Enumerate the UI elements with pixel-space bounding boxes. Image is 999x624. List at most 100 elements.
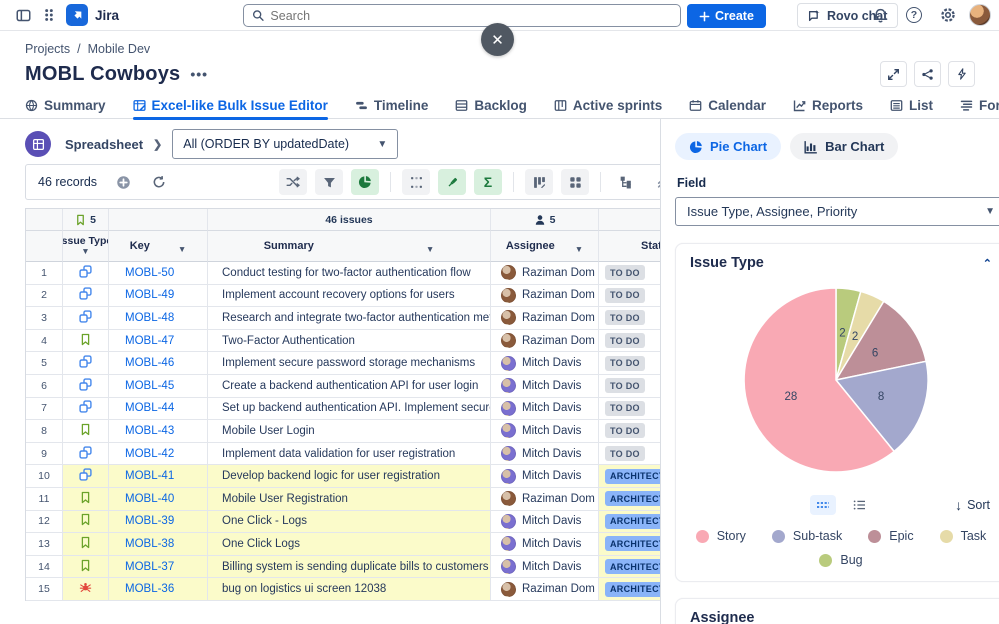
assignee-cell[interactable]: Raziman Dom	[491, 284, 599, 308]
tab-excel-like-bulk-issue-editor[interactable]: Excel-like Bulk Issue Editor	[132, 93, 329, 120]
issue-key-link[interactable]: MOBL-47	[109, 329, 208, 353]
collapse-all-icon[interactable]	[648, 169, 660, 195]
status-cell[interactable]: ARCHITECTURE	[599, 555, 660, 579]
issue-type-cell[interactable]	[63, 307, 109, 330]
issue-summary-cell[interactable]: One Click Logs	[208, 533, 491, 556]
issue-summary-cell[interactable]: Develop backend logic for user registrat…	[208, 465, 491, 488]
status-cell[interactable]: TO DO	[599, 262, 660, 285]
status-cell[interactable]: TO DO	[599, 329, 660, 353]
filter-icon[interactable]	[315, 169, 343, 195]
grid-view-icon[interactable]	[561, 169, 589, 195]
row-number[interactable]: 8	[26, 420, 63, 443]
status-cell[interactable]: TO DO	[599, 442, 660, 466]
issue-summary-cell[interactable]: Implement account recovery options for u…	[208, 284, 491, 308]
breadcrumb-projects[interactable]: Projects	[25, 42, 70, 56]
legend-item-epic[interactable]: Epic	[868, 529, 914, 543]
row-number[interactable]: 5	[26, 352, 63, 375]
row-number[interactable]: 9	[26, 442, 63, 466]
format-painter-icon[interactable]	[438, 169, 466, 195]
tab-timeline[interactable]: Timeline	[355, 93, 428, 119]
row-number[interactable]: 13	[26, 533, 63, 556]
legend-item-story[interactable]: Story	[695, 529, 746, 543]
automation-lightning-icon[interactable]	[948, 61, 975, 87]
assignee-cell[interactable]: Raziman Dom	[491, 307, 599, 330]
issue-key-link[interactable]: MOBL-43	[109, 420, 208, 443]
close-overlay-button[interactable]: ✕	[481, 23, 514, 56]
assignee-cell[interactable]: Mitch Davis	[491, 555, 599, 579]
assignee-cell[interactable]: Raziman Dom	[491, 329, 599, 353]
issue-type-cell[interactable]	[63, 420, 109, 443]
issue-summary-cell[interactable]: Implement data validation for user regis…	[208, 442, 491, 466]
tab-calendar[interactable]: Calendar	[689, 93, 766, 119]
assignee-cell[interactable]: Mitch Davis	[491, 420, 599, 443]
view-selector-dropdown[interactable]: All (ORDER BY updatedDate) ▼	[172, 129, 399, 159]
row-number[interactable]: 3	[26, 307, 63, 330]
sum-sigma-icon[interactable]: Σ	[474, 169, 502, 195]
issue-type-pie-chart[interactable]: 2 2 6 8 28	[690, 273, 992, 491]
issue-key-link[interactable]: MOBL-50	[109, 262, 208, 285]
issue-type-cell[interactable]	[63, 374, 109, 398]
hierarchy-icon[interactable]	[612, 169, 640, 195]
legend-layout-icon[interactable]	[810, 495, 836, 515]
column-header-status[interactable]: Status	[599, 231, 660, 262]
column-header-issue-type[interactable]: Issue Type▼	[63, 231, 109, 262]
status-cell[interactable]: TO DO	[599, 284, 660, 308]
tab-forms[interactable]: Forms	[960, 93, 999, 119]
issue-type-cell[interactable]	[63, 262, 109, 285]
assignee-cell[interactable]: Raziman Dom	[491, 262, 599, 285]
row-number[interactable]: 12	[26, 510, 63, 534]
jira-logo[interactable]: Jira	[66, 4, 119, 26]
issue-summary-cell[interactable]: Implement secure password storage mechan…	[208, 352, 491, 375]
row-number[interactable]: 1	[26, 262, 63, 285]
issue-key-link[interactable]: MOBL-40	[109, 487, 208, 511]
row-number[interactable]: 6	[26, 374, 63, 398]
issue-key-link[interactable]: MOBL-44	[109, 397, 208, 421]
tab-list[interactable]: List	[890, 93, 933, 119]
help-icon[interactable]: ?	[901, 2, 927, 28]
tab-summary[interactable]: Summary	[25, 93, 106, 119]
field-selector-dropdown[interactable]: Issue Type, Assignee, Priority ▼	[675, 197, 999, 226]
legend-item-sub-task[interactable]: Sub-task	[771, 529, 842, 543]
issue-key-link[interactable]: MOBL-42	[109, 442, 208, 466]
issue-key-link[interactable]: MOBL-38	[109, 533, 208, 556]
status-summary-cell[interactable]: 24	[599, 209, 660, 231]
column-header-key[interactable]: Key ▼	[109, 231, 208, 262]
title-more-icon[interactable]: •••	[190, 66, 208, 82]
issue-type-cell[interactable]	[63, 555, 109, 579]
select-cells-icon[interactable]	[402, 169, 430, 195]
issue-summary-cell[interactable]: Research and integrate two-factor authen…	[208, 307, 491, 330]
assignee-cell[interactable]: Mitch Davis	[491, 510, 599, 534]
settings-gear-icon[interactable]	[935, 2, 961, 28]
row-number[interactable]: 10	[26, 465, 63, 488]
assignee-cell[interactable]: Mitch Davis	[491, 397, 599, 421]
assignee-cell[interactable]: Mitch Davis	[491, 374, 599, 398]
legend-item-task[interactable]: Task	[939, 529, 986, 543]
status-cell[interactable]: ARCHITECTURE	[599, 465, 660, 488]
collapse-card-icon[interactable]: ⌃	[983, 257, 992, 270]
issue-key-link[interactable]: MOBL-48	[109, 307, 208, 330]
issue-type-cell[interactable]	[63, 397, 109, 421]
row-number[interactable]: 4	[26, 329, 63, 353]
status-cell[interactable]: TO DO	[599, 352, 660, 375]
assignee-cell[interactable]: Raziman Dom	[491, 578, 599, 601]
assignee-cell[interactable]: Mitch Davis	[491, 465, 599, 488]
status-cell[interactable]: TO DO	[599, 397, 660, 421]
randomize-icon[interactable]	[279, 169, 307, 195]
column-settings-icon[interactable]	[525, 169, 553, 195]
issue-key-link[interactable]: MOBL-49	[109, 284, 208, 308]
assignee-cell[interactable]: Mitch Davis	[491, 533, 599, 556]
legend-item-bug[interactable]: Bug	[819, 553, 863, 567]
assignee-summary-cell[interactable]: 5	[491, 209, 599, 231]
issue-summary-cell[interactable]: Conduct testing for two-factor authentic…	[208, 262, 491, 285]
issue-summary-cell[interactable]: bug on logistics ui screen 12038	[208, 578, 491, 601]
issue-type-cell[interactable]	[63, 487, 109, 511]
sidebar-toggle-icon[interactable]	[10, 2, 36, 28]
row-number[interactable]: 7	[26, 397, 63, 421]
issue-type-cell[interactable]	[63, 578, 109, 601]
row-number[interactable]: 15	[26, 578, 63, 601]
status-cell[interactable]: TO DO	[599, 374, 660, 398]
pie-chart-toggle[interactable]: Pie Chart	[675, 133, 782, 160]
tab-backlog[interactable]: Backlog	[455, 93, 527, 119]
issue-type-cell[interactable]	[63, 352, 109, 375]
share-icon[interactable]	[914, 61, 941, 87]
